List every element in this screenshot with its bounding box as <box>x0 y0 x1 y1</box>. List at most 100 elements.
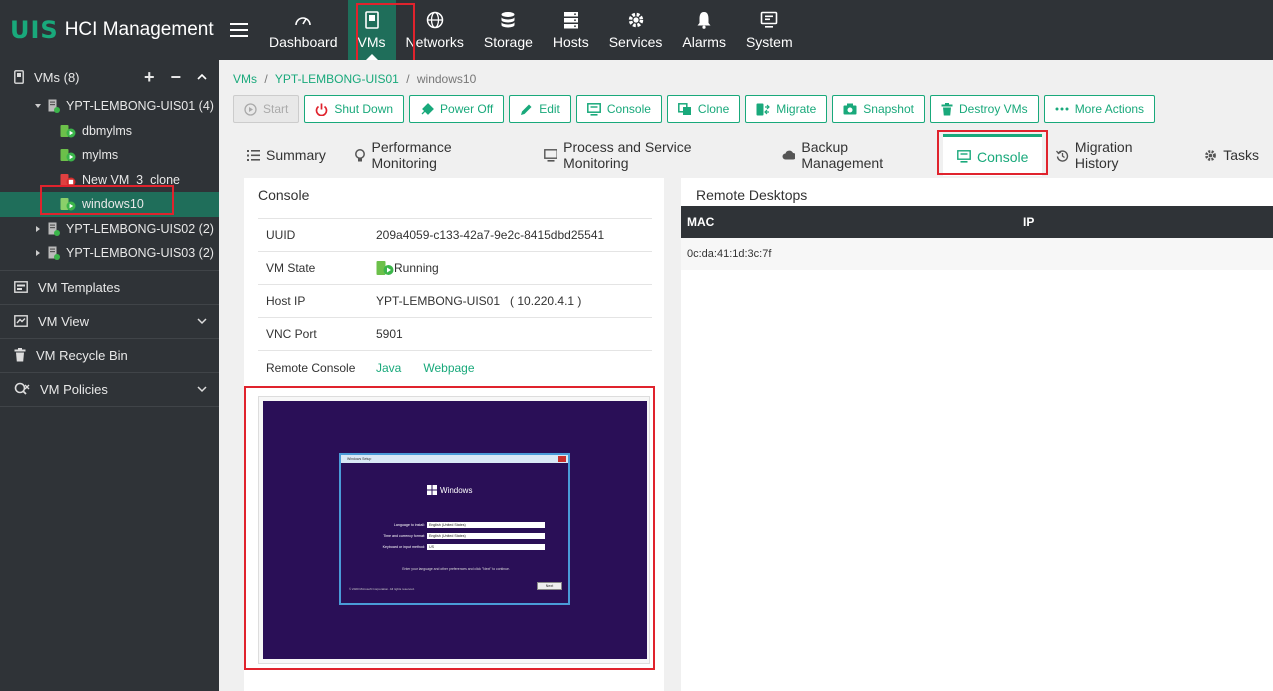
start-button[interactable]: Start <box>233 95 300 123</box>
sidebar-vm-windows10[interactable]: windows10 <box>0 192 219 217</box>
host-name-value: YPT-LEMBONG-UIS01 <box>376 294 501 308</box>
breadcrumb-host[interactable]: YPT-LEMBONG-UIS01 <box>275 72 399 86</box>
vnc-screen[interactable]: Windows Setup Windows Language to instal… <box>263 401 647 659</box>
sidebar-host-uis03[interactable]: YPT-LEMBONG-UIS03 (2) <box>0 241 219 266</box>
tab-migration-history[interactable]: Migration History <box>1042 134 1190 176</box>
nav-label: Services <box>608 34 663 50</box>
tab-console[interactable]: Console <box>943 134 1043 176</box>
time-select[interactable]: English (United States) <box>427 533 545 539</box>
remote-console-row: Remote Console Java Webpage <box>258 351 652 384</box>
console-panel: Console UUID 209a4059-c133-42a7-9e2c-841… <box>244 178 664 691</box>
nav-label: Alarms <box>682 34 726 50</box>
clone-icon <box>677 102 691 115</box>
button-label: Power Off <box>440 102 494 116</box>
breadcrumb-vms[interactable]: VMs <box>233 72 257 86</box>
sidebar-host-uis01[interactable]: YPT-LEMBONG-UIS01 (4) <box>0 94 219 119</box>
button-label: Migrate <box>776 102 817 116</box>
vnc-screen-frame: Windows Setup Windows Language to instal… <box>258 396 650 664</box>
host-label: YPT-LEMBONG-UIS01 (4) <box>66 99 214 114</box>
remove-vm-button[interactable]: − <box>170 67 181 88</box>
nav-alarms[interactable]: Alarms <box>672 0 736 60</box>
language-select[interactable]: English (United States) <box>427 522 545 528</box>
keyboard-select[interactable]: US <box>427 544 545 550</box>
language-value: English (United States) <box>429 523 466 527</box>
vm-running-icon <box>60 124 76 138</box>
remote-desktops-panel: Remote Desktops MAC IP 0c:da:41:1d:3c:7f <box>681 178 1273 691</box>
tab-label: Performance Monitoring <box>371 139 452 171</box>
nav-label: Networks <box>405 34 464 50</box>
console-button[interactable]: Console <box>575 95 662 123</box>
nav-hosts[interactable]: Hosts <box>543 0 599 60</box>
sidebar-vm-view[interactable]: VM View <box>0 303 219 338</box>
clone-button[interactable]: Clone <box>666 95 741 123</box>
tab-backup-management[interactable]: Backup Management <box>768 134 943 176</box>
database-icon <box>500 10 516 30</box>
shut-down-button[interactable]: Shut Down <box>304 95 405 123</box>
tab-tasks[interactable]: Tasks <box>1190 134 1273 176</box>
app-logo[interactable]: UIS HCI Management <box>0 0 219 60</box>
keyboard-value: US <box>429 545 434 549</box>
vm-stopped-icon <box>60 173 76 187</box>
col-ip: IP <box>1023 215 1035 229</box>
tab-summary[interactable]: Summary <box>233 134 340 176</box>
setup-body: Windows Language to install: English (Un… <box>341 463 568 603</box>
sidebar-host-uis02[interactable]: YPT-LEMBONG-UIS02 (2) <box>0 217 219 242</box>
webpage-link[interactable]: Webpage <box>423 361 474 375</box>
setup-next-button[interactable]: Next <box>537 582 562 590</box>
caret-right-icon <box>36 250 40 257</box>
sidebar-vm-policies[interactable]: VM Policies <box>0 371 219 406</box>
tab-label: Tasks <box>1223 147 1259 163</box>
server-icon <box>563 10 579 30</box>
tab-process-service-monitoring[interactable]: Process and Service Monitoring <box>530 134 768 176</box>
plug-icon <box>421 102 434 115</box>
host-ip-value: ( 10.220.4.1 ) <box>510 294 582 308</box>
more-icon <box>1055 107 1069 111</box>
sidebar-vm-templates[interactable]: VM Templates <box>0 269 219 304</box>
migrate-icon <box>756 103 771 115</box>
vnc-port-value: 5901 <box>376 327 403 341</box>
remote-console-label: Remote Console <box>266 360 356 375</box>
nav-dashboard[interactable]: Dashboard <box>259 0 348 60</box>
sidebar-vm-new-vm-3-clone[interactable]: New VM_3_clone <box>0 168 219 193</box>
vm-icon <box>364 10 379 30</box>
nav-storage[interactable]: Storage <box>474 0 543 60</box>
nav-vms[interactable]: VMs <box>347 0 396 60</box>
vnc-port-row: VNC Port 5901 <box>258 318 652 351</box>
policy-icon <box>14 382 30 395</box>
add-vm-button[interactable]: + <box>144 67 155 88</box>
java-link[interactable]: Java <box>376 361 401 375</box>
hamburger-icon <box>230 23 248 37</box>
main-content: VMs / YPT-LEMBONG-UIS01 / windows10 Star… <box>219 60 1273 691</box>
edit-button[interactable]: Edit <box>509 95 571 123</box>
sidebar-vm-recycle-bin[interactable]: VM Recycle Bin <box>0 337 219 372</box>
uuid-value: 209a4059-c133-42a7-9e2c-8415dbd25541 <box>376 228 605 242</box>
more-actions-button[interactable]: More Actions <box>1043 95 1156 123</box>
nav-label: System <box>745 34 793 50</box>
sidebar-divider <box>0 405 219 407</box>
host-label: YPT-LEMBONG-UIS03 (2) <box>66 246 214 261</box>
migrate-button[interactable]: Migrate <box>745 95 828 123</box>
host-ip-row: Host IP YPT-LEMBONG-UIS01 ( 10.220.4.1 ) <box>258 285 652 318</box>
nav-system[interactable]: System <box>736 0 803 60</box>
button-label: Clone <box>697 102 730 116</box>
tab-performance-monitoring[interactable]: Performance Monitoring <box>340 134 530 176</box>
sidebar-vm-dbmylms[interactable]: dbmylms <box>0 119 219 144</box>
menu-toggle-button[interactable] <box>219 0 259 60</box>
vm-running-icon <box>376 261 394 275</box>
destroy-vms-button[interactable]: Destroy VMs <box>930 95 1039 123</box>
setup-hint: Enter your language and other preference… <box>402 567 510 571</box>
nav-networks[interactable]: Networks <box>396 0 474 60</box>
power-off-button[interactable]: Power Off <box>409 95 505 123</box>
setup-close-icon[interactable] <box>558 456 566 462</box>
table-row[interactable]: 0c:da:41:1d:3c:7f <box>681 238 1273 270</box>
breadcrumb-sep: / <box>406 72 410 86</box>
sidebar-vms-root[interactable]: VMs (8) + − <box>0 60 219 94</box>
setup-window-title: Windows Setup <box>347 457 372 461</box>
snapshot-button[interactable]: Snapshot <box>832 95 925 123</box>
bell-icon <box>696 10 712 30</box>
nav-services[interactable]: Services <box>599 0 673 60</box>
nav-label: VMs <box>357 34 386 50</box>
sidebar-vm-mylms[interactable]: mylms <box>0 143 219 168</box>
vm-running-icon <box>60 149 76 162</box>
host-running-icon <box>48 99 60 114</box>
